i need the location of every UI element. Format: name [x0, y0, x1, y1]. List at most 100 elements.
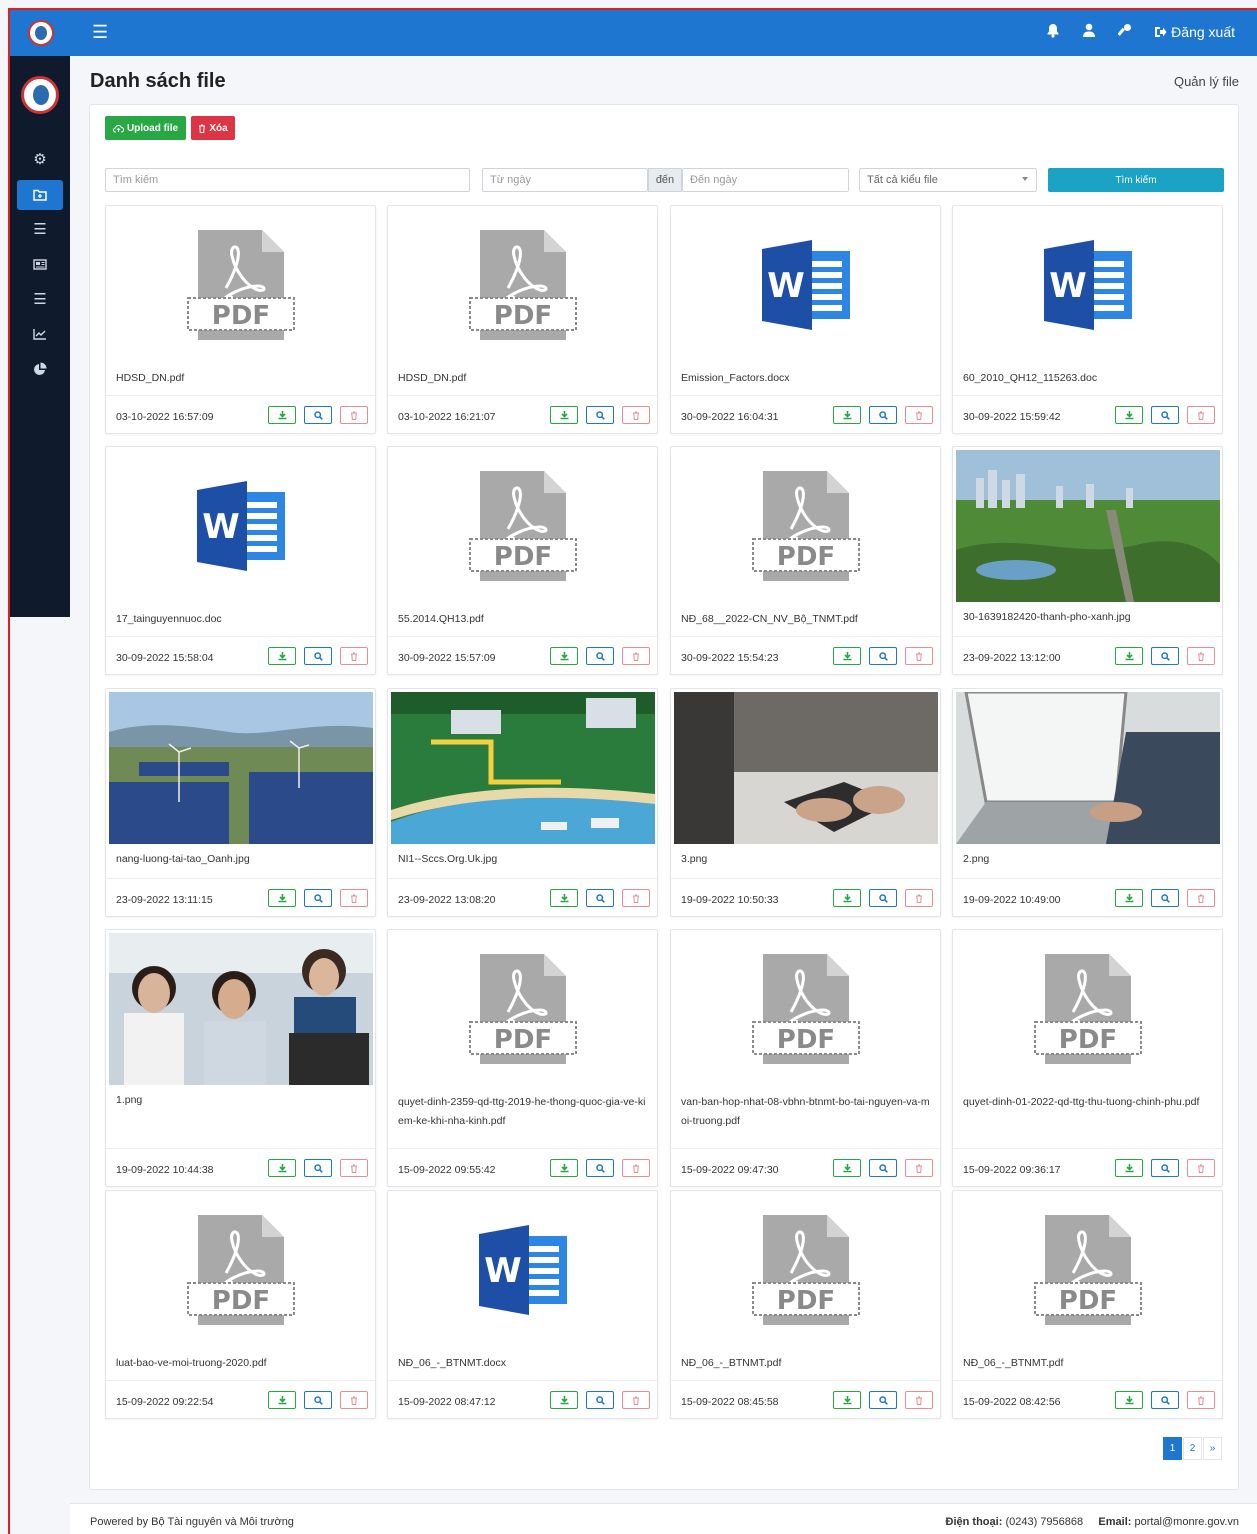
download-button[interactable]: [268, 1159, 296, 1177]
sidebar-item-news[interactable]: [17, 249, 63, 279]
view-button[interactable]: [586, 647, 614, 665]
delete-file-button[interactable]: [340, 1391, 368, 1409]
hamburger-icon[interactable]: ☰: [92, 22, 108, 43]
file-thumbnail[interactable]: [391, 692, 655, 844]
file-thumbnail[interactable]: PDF: [391, 209, 655, 361]
logout-button[interactable]: Đăng xuất: [1154, 24, 1235, 40]
file-card[interactable]: PDF NĐ_06_-_BTNMT.pdf 15-09-2022 08:42:56: [952, 1190, 1223, 1419]
delete-file-button[interactable]: [1187, 647, 1215, 665]
file-thumbnail[interactable]: PDF: [109, 209, 373, 361]
delete-file-button[interactable]: [1187, 1159, 1215, 1177]
delete-file-button[interactable]: [905, 889, 933, 907]
download-button[interactable]: [833, 889, 861, 907]
file-card[interactable]: PDF van-ban-hop-nhat-08-vbhn-btnmt-bo-ta…: [670, 929, 941, 1187]
file-thumbnail[interactable]: W: [391, 1194, 655, 1346]
delete-file-button[interactable]: [1187, 1391, 1215, 1409]
file-card[interactable]: W 17_tainguyennuoc.doc 30-09-2022 15:58:0…: [105, 446, 376, 675]
delete-file-button[interactable]: [622, 1391, 650, 1409]
delete-file-button[interactable]: [622, 1159, 650, 1177]
search-input[interactable]: Tìm kiếm: [105, 168, 470, 192]
file-card[interactable]: W NĐ_06_-_BTNMT.docx 15-09-2022 08:47:12: [387, 1190, 658, 1419]
file-thumbnail[interactable]: [956, 692, 1220, 844]
delete-file-button[interactable]: [905, 406, 933, 424]
sidebar-item-list[interactable]: ☰: [17, 214, 63, 244]
delete-file-button[interactable]: [622, 889, 650, 907]
file-thumbnail[interactable]: PDF: [109, 1194, 373, 1346]
upload-file-button[interactable]: Upload file: [105, 116, 186, 140]
file-card[interactable]: 3.png 19-09-2022 10:50:33: [670, 688, 941, 917]
view-button[interactable]: [1151, 1391, 1179, 1409]
file-thumbnail[interactable]: [674, 692, 938, 844]
view-button[interactable]: [1151, 647, 1179, 665]
delete-file-button[interactable]: [340, 647, 368, 665]
to-date-input[interactable]: Đến ngày: [682, 168, 849, 192]
view-button[interactable]: [304, 889, 332, 907]
download-button[interactable]: [1115, 889, 1143, 907]
file-thumbnail[interactable]: W: [956, 209, 1220, 361]
file-card[interactable]: W 60_2010_QH12_115263.doc 30-09-2022 15:5…: [952, 205, 1223, 434]
view-button[interactable]: [304, 406, 332, 424]
from-date-input[interactable]: Từ ngày: [482, 168, 648, 192]
view-button[interactable]: [869, 889, 897, 907]
delete-file-button[interactable]: [622, 406, 650, 424]
file-card[interactable]: NI1--Sccs.Org.Uk.jpg 23-09-2022 13:08:20: [387, 688, 658, 917]
view-button[interactable]: [1151, 889, 1179, 907]
file-thumbnail[interactable]: PDF: [674, 933, 938, 1085]
view-button[interactable]: [1151, 406, 1179, 424]
download-button[interactable]: [550, 406, 578, 424]
download-button[interactable]: [550, 1391, 578, 1409]
download-button[interactable]: [268, 406, 296, 424]
file-thumbnail[interactable]: PDF: [674, 1194, 938, 1346]
download-button[interactable]: [268, 1391, 296, 1409]
download-button[interactable]: [1115, 647, 1143, 665]
file-thumbnail[interactable]: PDF: [391, 450, 655, 602]
download-button[interactable]: [1115, 1391, 1143, 1409]
file-thumbnail[interactable]: PDF: [956, 933, 1220, 1085]
file-thumbnail[interactable]: PDF: [674, 450, 938, 602]
file-thumbnail[interactable]: W: [674, 209, 938, 361]
file-card[interactable]: PDF NĐ_68__2022-CN_NV_Bộ_TNMT.pdf 30-09-2…: [670, 446, 941, 675]
file-card[interactable]: PDF HDSD_DN.pdf 03-10-2022 16:21:07: [387, 205, 658, 434]
view-button[interactable]: [304, 1159, 332, 1177]
file-thumbnail[interactable]: PDF: [391, 933, 655, 1085]
sidebar-item-list-2[interactable]: ☰: [17, 284, 63, 314]
download-button[interactable]: [833, 406, 861, 424]
file-card[interactable]: 30-1639182420-thanh-pho-xanh.jpg 23-09-20…: [952, 446, 1223, 675]
view-button[interactable]: [586, 1159, 614, 1177]
file-card[interactable]: PDF 55.2014.QH13.pdf 30-09-2022 15:57:09: [387, 446, 658, 675]
delete-file-button[interactable]: [905, 1159, 933, 1177]
sidebar-item-settings[interactable]: ⚙: [17, 144, 63, 174]
file-card[interactable]: W Emission_Factors.docx 30-09-2022 16:04:…: [670, 205, 941, 434]
breadcrumb[interactable]: Quản lý file: [1174, 74, 1239, 89]
bell-icon[interactable]: [1046, 23, 1060, 41]
delete-file-button[interactable]: [1187, 889, 1215, 907]
download-button[interactable]: [833, 1159, 861, 1177]
view-button[interactable]: [869, 1391, 897, 1409]
page-1-button[interactable]: 1: [1163, 1437, 1182, 1460]
view-button[interactable]: [1151, 1159, 1179, 1177]
user-icon[interactable]: [1082, 23, 1096, 41]
delete-file-button[interactable]: [1187, 406, 1215, 424]
sidebar-item-files[interactable]: [17, 180, 63, 210]
file-thumbnail[interactable]: [109, 933, 373, 1085]
delete-file-button[interactable]: [622, 647, 650, 665]
page-2-button[interactable]: 2: [1183, 1437, 1202, 1460]
download-button[interactable]: [550, 889, 578, 907]
file-thumbnail[interactable]: [109, 692, 373, 844]
file-card[interactable]: PDF HDSD_DN.pdf 03-10-2022 16:57:09: [105, 205, 376, 434]
download-button[interactable]: [833, 1391, 861, 1409]
file-card[interactable]: 1.png 19-09-2022 10:44:38: [105, 929, 376, 1187]
file-card[interactable]: PDF NĐ_06_-_BTNMT.pdf 15-09-2022 08:45:58: [670, 1190, 941, 1419]
file-type-select[interactable]: Tất cả kiểu file: [859, 168, 1037, 192]
view-button[interactable]: [304, 1391, 332, 1409]
view-button[interactable]: [304, 647, 332, 665]
sidebar-item-pie[interactable]: [17, 354, 63, 384]
file-card[interactable]: PDF quyet-dinh-2359-qd-ttg-2019-he-thong…: [387, 929, 658, 1187]
view-button[interactable]: [869, 1159, 897, 1177]
view-button[interactable]: [869, 647, 897, 665]
delete-file-button[interactable]: [905, 647, 933, 665]
key-icon[interactable]: [1117, 23, 1132, 41]
search-button[interactable]: Tìm kiếm: [1048, 168, 1224, 192]
file-thumbnail[interactable]: [956, 450, 1220, 602]
download-button[interactable]: [268, 647, 296, 665]
